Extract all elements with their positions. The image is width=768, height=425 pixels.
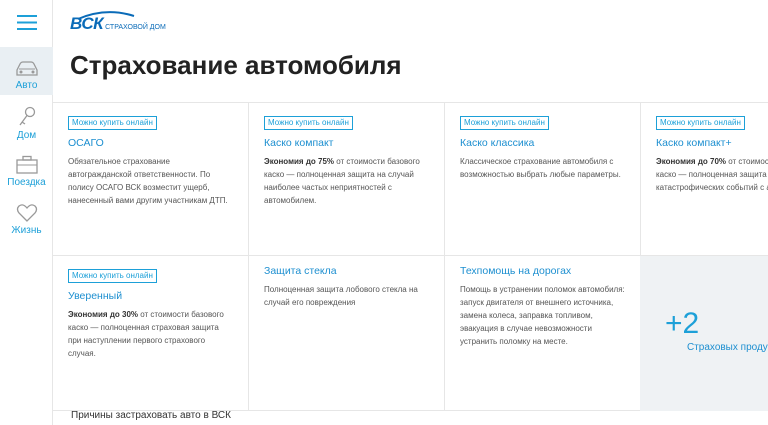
more-products-count[interactable]: +2 xyxy=(665,307,699,341)
card-description: Экономия до 70% от стоимости базового ка… xyxy=(656,157,768,192)
card-title[interactable]: ОСАГО xyxy=(68,137,234,149)
online-badge: Можно купить онлайн xyxy=(68,269,157,283)
suitcase-icon xyxy=(15,155,38,174)
product-card-kasko-compact-plus[interactable]: Можно купить онлайн Каско компакт+ Эконо… xyxy=(641,103,768,256)
card-description: Обязательное страхование автогражданской… xyxy=(68,157,228,205)
card-title[interactable]: Техпомощь на дорогах xyxy=(460,265,626,277)
online-badge: Можно купить онлайн xyxy=(68,116,157,130)
sidebar-item-label: Жизнь xyxy=(11,225,42,236)
card-description: Экономия до 30% от стоимости базового ка… xyxy=(68,310,224,358)
product-card-osago[interactable]: Можно купить онлайн ОСАГО Обязательное с… xyxy=(53,103,249,256)
card-title[interactable]: Каско компакт xyxy=(264,137,430,149)
product-card-glass-protection[interactable]: Защита стекла Полноценная защита лобовог… xyxy=(249,256,445,411)
sidebar-item-label: Авто xyxy=(15,80,38,91)
online-badge: Можно купить онлайн xyxy=(264,116,353,130)
sidebar-item-home[interactable]: Дом xyxy=(0,97,53,145)
heart-icon xyxy=(16,204,37,222)
card-title[interactable]: Уверенный xyxy=(68,290,234,302)
menu-button[interactable] xyxy=(0,0,53,44)
sidebar: Авто Дом Поездка Жизнь xyxy=(0,0,53,425)
page-title: Страхование автомобиля xyxy=(70,50,402,80)
sidebar-item-label: Дом xyxy=(16,130,37,141)
product-grid: Можно купить онлайн ОСАГО Обязательное с… xyxy=(53,102,768,411)
product-card-confident[interactable]: Можно купить онлайн Уверенный Экономия д… xyxy=(53,256,249,411)
product-card-kasko-compact[interactable]: Можно купить онлайн Каско компакт Эконом… xyxy=(249,103,445,256)
logo[interactable]: ВСК СТРАХОВОЙ ДОМ xyxy=(70,11,166,34)
sidebar-item-trip[interactable]: Поездка xyxy=(0,144,53,192)
online-badge: Можно купить онлайн xyxy=(656,116,745,130)
reasons-link[interactable]: Причины застраховать авто в ВСК xyxy=(71,410,231,421)
product-card-kasko-classic[interactable]: Можно купить онлайн Каско классика Класс… xyxy=(445,103,641,256)
card-title[interactable]: Каско компакт+ xyxy=(656,137,768,149)
card-description: Классическое страхование автомобиля с во… xyxy=(460,157,621,179)
hamburger-icon xyxy=(16,14,37,30)
sidebar-item-auto[interactable]: Авто xyxy=(0,47,53,95)
logo-subtitle: СТРАХОВОЙ ДОМ xyxy=(105,24,166,31)
more-products-card[interactable] xyxy=(640,256,768,411)
sidebar-item-label: Поездка xyxy=(7,177,46,188)
card-description: Полноценная защита лобового стекла на сл… xyxy=(264,285,418,307)
more-products-label[interactable]: Страховых проду xyxy=(687,342,768,353)
logo-swoosh-icon xyxy=(77,11,135,20)
card-description: Экономия до 75% от стоимости базового ка… xyxy=(264,157,420,205)
card-title[interactable]: Каско классика xyxy=(460,137,626,149)
sidebar-item-life[interactable]: Жизнь xyxy=(0,192,53,240)
online-badge: Можно купить онлайн xyxy=(460,116,549,130)
key-icon xyxy=(18,106,35,126)
card-title[interactable]: Защита стекла xyxy=(264,265,430,277)
product-card-road-assistance[interactable]: Техпомощь на дорогах Помощь в устранении… xyxy=(445,256,641,411)
car-icon xyxy=(15,61,38,76)
card-description: Помощь в устранении поломок автомобиля: … xyxy=(460,285,625,346)
